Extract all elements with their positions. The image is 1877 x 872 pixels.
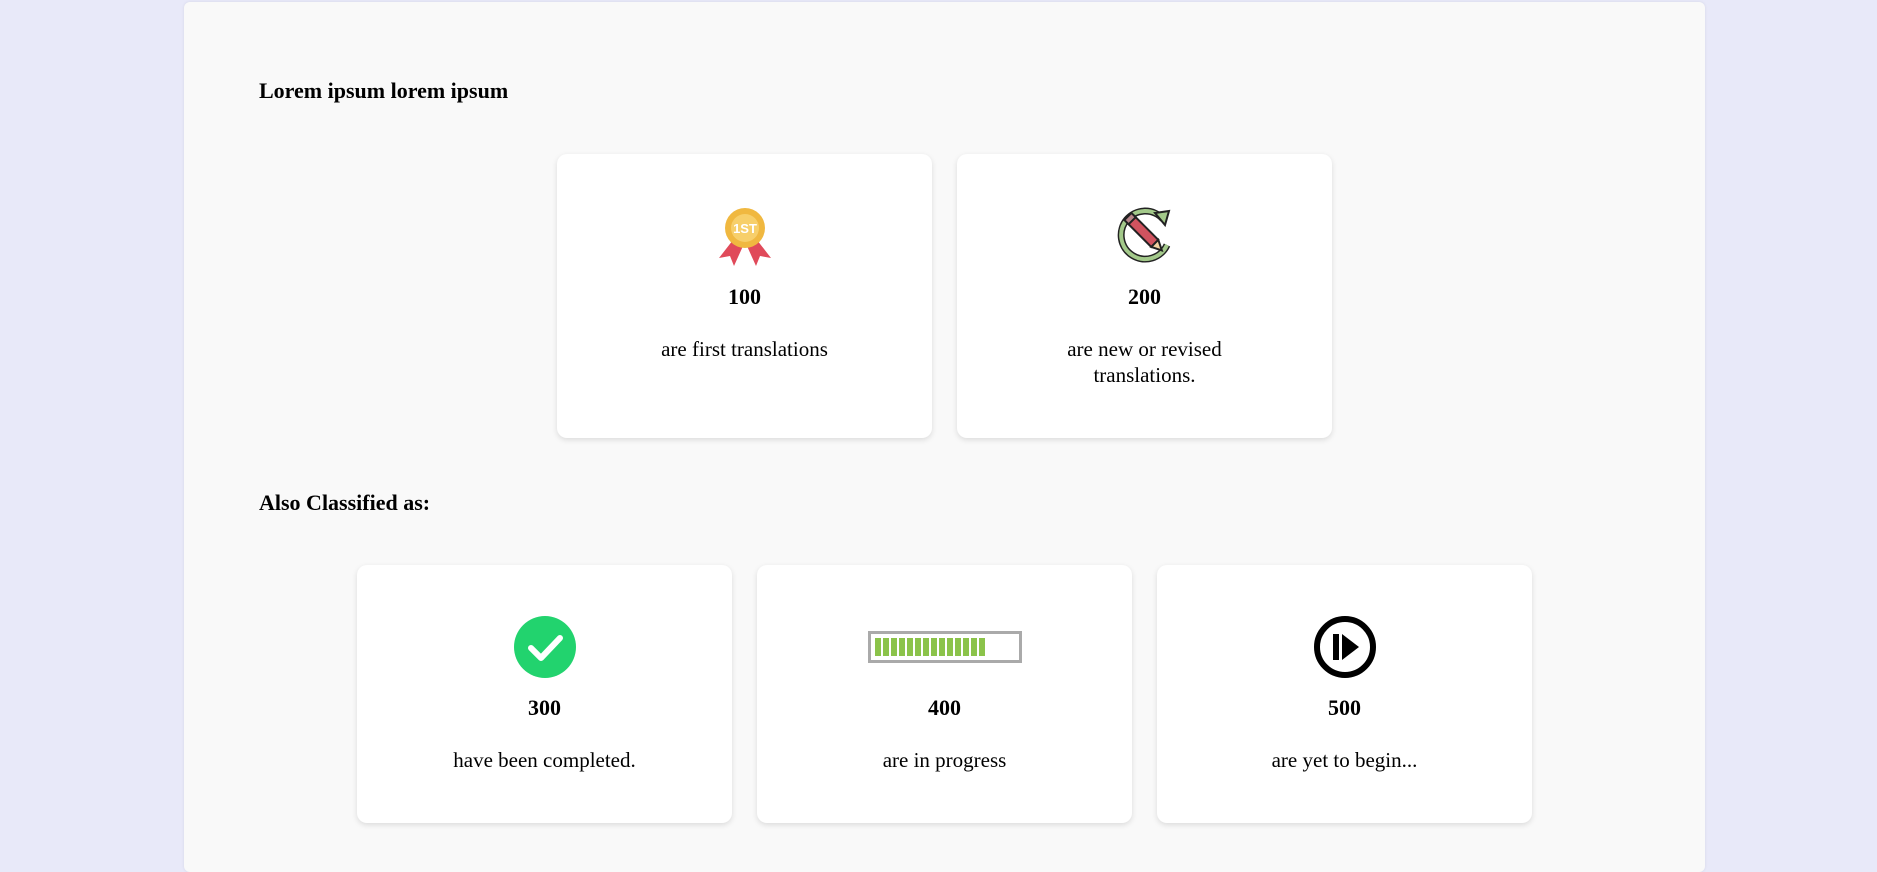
stat-card-new-or-revised: 200 are new or revised translations. xyxy=(957,154,1332,438)
stat-card-yet-to-begin: 500 are yet to begin... xyxy=(1157,565,1532,823)
svg-text:1ST: 1ST xyxy=(733,221,757,236)
section-title-secondary: Also Classified as: xyxy=(259,490,431,515)
stat-value: 400 xyxy=(928,695,961,720)
play-circle-icon xyxy=(1313,616,1376,678)
revise-pencil-icon xyxy=(1117,207,1170,263)
stat-card-in-progress: 400 are in progress xyxy=(757,565,1132,823)
stat-value: 500 xyxy=(1328,695,1361,720)
stat-value: 300 xyxy=(528,695,561,720)
stat-label: are new or revised translations. xyxy=(1067,337,1222,387)
progress-bar-icon xyxy=(867,631,1022,663)
stat-card-completed: 300 have been completed. xyxy=(357,565,732,823)
stat-card-first-translations: 1ST 100 are first translations xyxy=(557,154,932,438)
stat-value: 100 xyxy=(728,284,761,309)
stat-value: 200 xyxy=(1128,284,1161,309)
main-panel: Lorem ipsum lorem ipsum 1ST 100 are firs… xyxy=(184,2,1705,872)
stat-label: are yet to begin... xyxy=(1271,748,1418,772)
check-circle-icon xyxy=(513,616,576,678)
stat-label: are first translations xyxy=(661,337,828,361)
stat-label: are in progress xyxy=(882,748,1007,772)
section-title-primary: Lorem ipsum lorem ipsum xyxy=(259,78,509,103)
first-place-medal-icon: 1ST xyxy=(718,208,771,266)
stat-label: have been completed. xyxy=(453,748,636,772)
